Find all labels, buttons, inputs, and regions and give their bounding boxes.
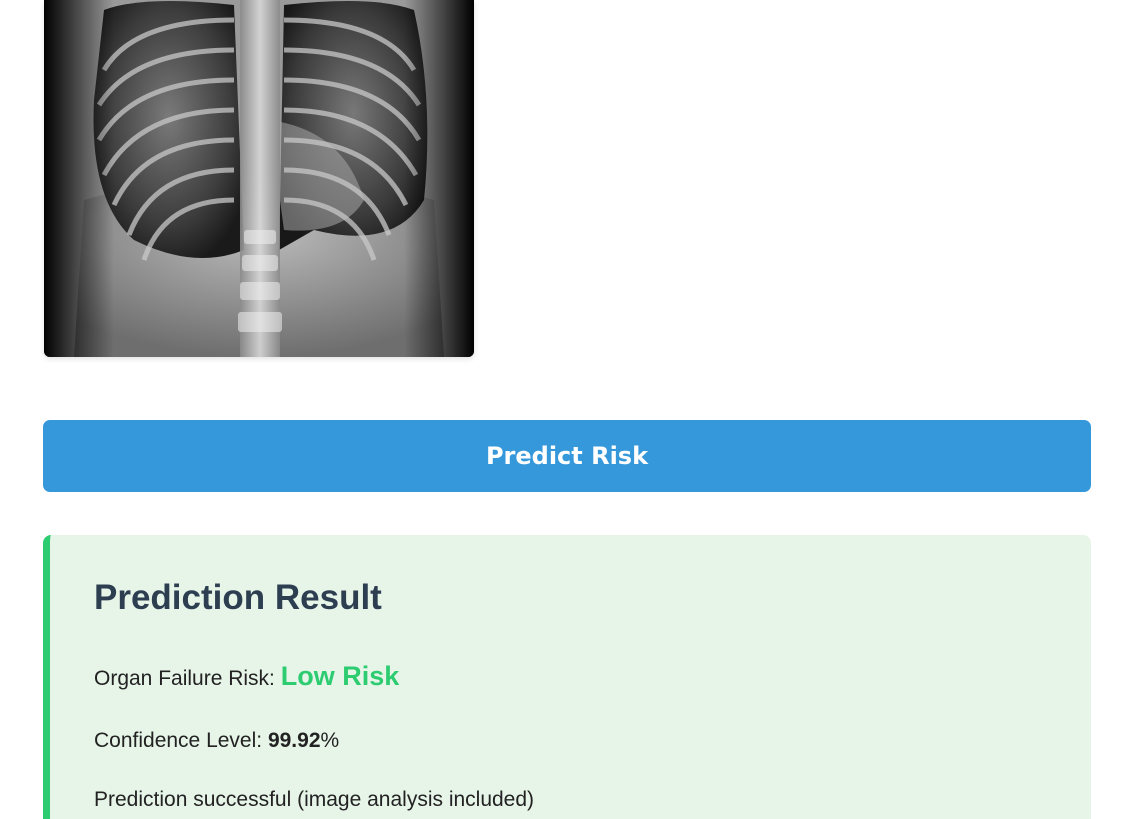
page: Predict Risk Prediction Result Organ Fai… bbox=[0, 0, 1128, 819]
organ-failure-risk-row: Organ Failure Risk: Low Risk bbox=[94, 661, 399, 692]
result-title: Prediction Result bbox=[94, 578, 382, 617]
risk-label: Organ Failure Risk: bbox=[94, 667, 281, 690]
confidence-level-row: Confidence Level: 99.92% bbox=[94, 729, 339, 753]
confidence-value: 99.92 bbox=[267, 729, 321, 752]
predict-risk-button[interactable]: Predict Risk bbox=[43, 420, 1091, 492]
confidence-unit: % bbox=[320, 729, 340, 752]
prediction-result-card: Prediction Result Organ Failure Risk: Lo… bbox=[43, 535, 1091, 819]
confidence-label: Confidence Level: bbox=[94, 729, 268, 752]
xray-image-preview bbox=[44, 0, 474, 357]
chest-xray-image bbox=[44, 0, 474, 357]
risk-value: Low Risk bbox=[280, 661, 400, 691]
prediction-status-message: Prediction successful (image analysis in… bbox=[94, 788, 535, 811]
